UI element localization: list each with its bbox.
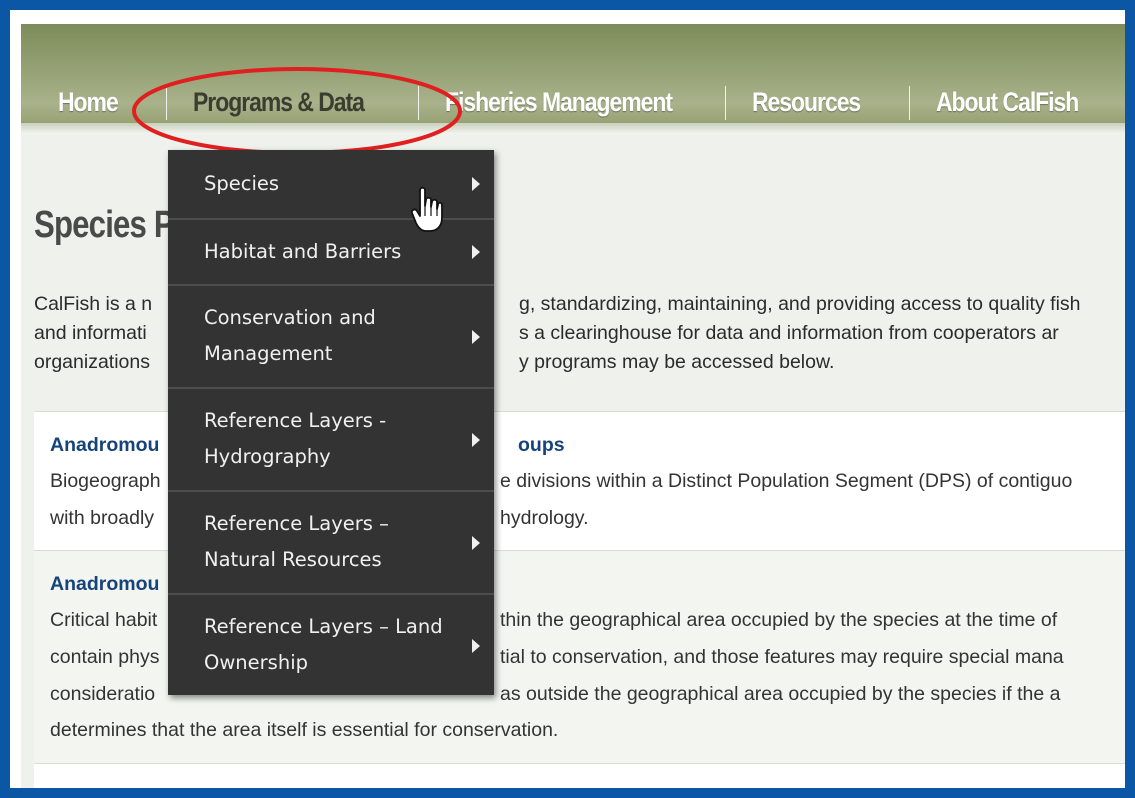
dropdown-item-label: Reference Layers – Land xyxy=(204,615,443,638)
page-title: Species P xyxy=(34,204,175,246)
dropdown-item-label: Species xyxy=(204,172,280,195)
dropdown-item-species[interactable]: Species xyxy=(168,150,494,220)
nav-fisheries-management[interactable]: Fisheries Management xyxy=(445,86,673,118)
nav-about-calfish[interactable]: About CalFish xyxy=(936,86,1079,118)
program-card-text: determines that the area itself is essen… xyxy=(50,719,559,741)
intro-line: y programs may be accessed below. xyxy=(519,351,835,373)
nav-home[interactable]: Home xyxy=(58,86,119,118)
program-card-text: Biogeograph xyxy=(50,470,161,492)
intro-line: organizations xyxy=(34,351,150,373)
program-card-text: consideratio xyxy=(50,683,156,705)
nav-separator xyxy=(725,86,726,120)
dropdown-item-label: Hydrography xyxy=(204,445,331,468)
program-card-title[interactable]: Anadromou xyxy=(50,573,159,596)
dropdown-item-reference-natural-resources[interactable]: Reference Layers – Natural Resources xyxy=(168,492,494,595)
program-card-title-tail[interactable]: oups xyxy=(518,434,565,457)
program-card xyxy=(34,763,1125,788)
dropdown-item-label: Habitat and Barriers xyxy=(204,240,402,263)
dropdown-item-habitat-barriers[interactable]: Habitat and Barriers xyxy=(168,220,494,286)
intro-line: CalFish is a n xyxy=(34,293,153,315)
intro-line: g, standardizing, maintaining, and provi… xyxy=(519,293,1081,315)
program-card-text: Critical habit xyxy=(50,609,158,631)
dropdown-item-reference-land-ownership[interactable]: Reference Layers – Land Ownership xyxy=(168,595,494,695)
program-card-text: thin the geographical area occupied by t… xyxy=(500,609,1058,631)
program-card-text: with broadly xyxy=(50,507,155,529)
intro-line: and informati xyxy=(34,322,147,344)
dropdown-item-label: Ownership xyxy=(204,651,308,674)
dropdown-item-label: Reference Layers - xyxy=(204,409,387,432)
program-card-text: tial to conservation, and those features… xyxy=(500,646,1064,668)
highlight-ellipse-annotation xyxy=(132,67,462,155)
submenu-arrow-icon xyxy=(472,330,480,344)
submenu-arrow-icon xyxy=(472,536,480,550)
program-card-text: contain phys xyxy=(50,646,160,668)
dropdown-item-label: Conservation and xyxy=(204,306,376,329)
dropdown-item-reference-hydrography[interactable]: Reference Layers - Hydrography xyxy=(168,389,494,492)
screenshot-frame: Home Programs & Data Fisheries Managemen… xyxy=(10,10,1125,788)
browser-viewport: Home Programs & Data Fisheries Managemen… xyxy=(21,24,1125,788)
dropdown-item-label: Reference Layers – xyxy=(204,512,389,535)
hand-pointer-cursor-icon xyxy=(411,186,443,232)
dropdown-item-label: Management xyxy=(204,342,333,365)
nav-resources[interactable]: Resources xyxy=(752,86,861,118)
programs-data-dropdown: Species Habitat and Barriers Conservatio… xyxy=(168,150,494,695)
program-card-text: hydrology. xyxy=(500,507,589,529)
submenu-arrow-icon xyxy=(472,433,480,447)
dropdown-item-conservation-management[interactable]: Conservation and Management xyxy=(168,286,494,389)
dropdown-item-label: Natural Resources xyxy=(204,548,382,571)
submenu-arrow-icon xyxy=(472,639,480,653)
intro-line: s a clearinghouse for data and informati… xyxy=(519,322,1059,344)
submenu-arrow-icon xyxy=(472,245,480,259)
program-card-title[interactable]: Anadromou xyxy=(50,434,159,457)
program-card-text: e divisions within a Distinct Population… xyxy=(500,470,1073,492)
nav-separator xyxy=(909,86,910,120)
submenu-arrow-icon xyxy=(472,177,480,191)
program-card-text: as outside the geographical area occupie… xyxy=(500,683,1061,705)
